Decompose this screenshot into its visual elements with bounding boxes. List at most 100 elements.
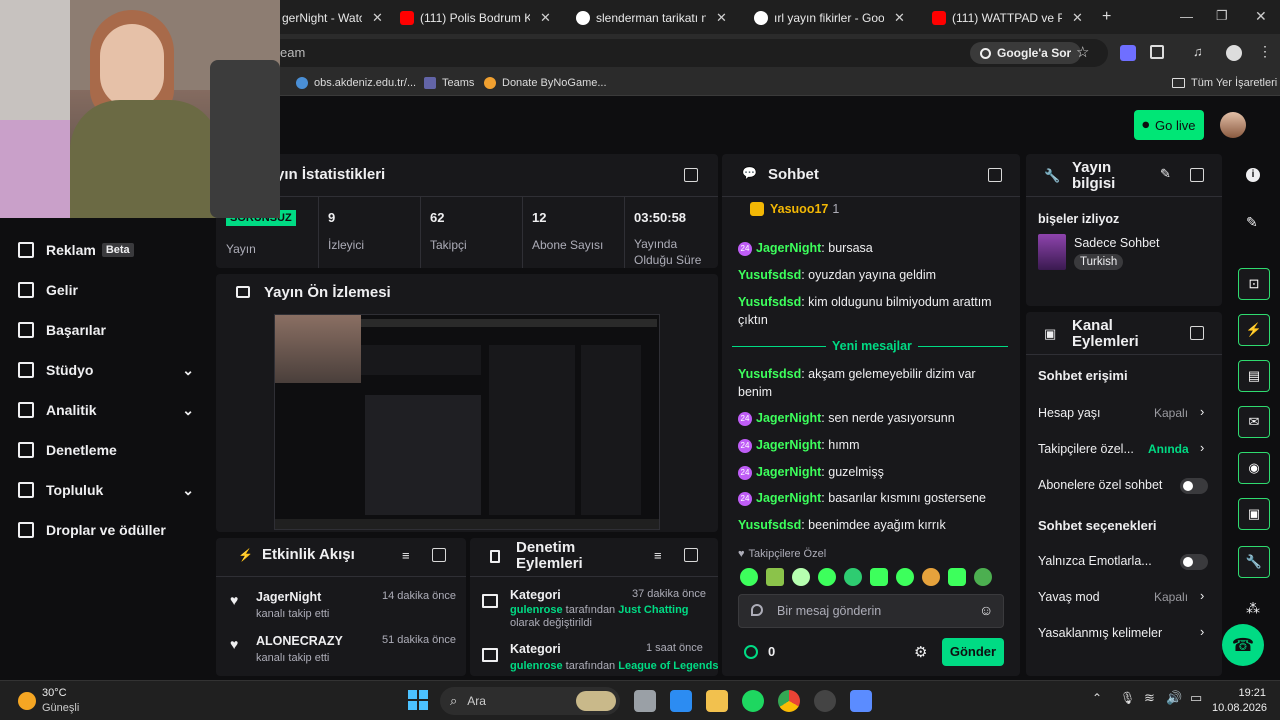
- mod-user[interactable]: gulenrose: [510, 660, 563, 672]
- popout-icon[interactable]: [684, 168, 698, 182]
- chat-input[interactable]: Bir mesaj gönderin ☺: [738, 594, 1004, 628]
- close-window-icon[interactable]: ✕: [1255, 8, 1267, 25]
- channel-points[interactable]: 0: [744, 644, 775, 659]
- star-icon[interactable]: ☆: [1076, 43, 1089, 61]
- task-view-icon[interactable]: [634, 690, 656, 712]
- chat-user[interactable]: Yusufsdsd: [738, 268, 801, 282]
- emote-icon[interactable]: [896, 568, 914, 586]
- chat-user[interactable]: JagerNight: [756, 241, 821, 255]
- clip-button[interactable]: ⊡: [1238, 268, 1270, 300]
- category-name[interactable]: Sadece Sohbet: [1074, 236, 1160, 250]
- url-field[interactable]: eam Google'a Sor ☆: [268, 39, 1108, 67]
- chat-user[interactable]: JagerNight: [756, 411, 821, 425]
- browser-tab[interactable]: gerNight - Watch ✕: [276, 6, 383, 30]
- all-bookmarks[interactable]: Tüm Yer İşaretleri: [1172, 77, 1277, 89]
- activity-user[interactable]: JagerNight: [256, 590, 321, 604]
- chat-user[interactable]: Yusufsdsd: [738, 295, 801, 309]
- setting-row-blocked-terms[interactable]: Yasaklanmış kelimeler ›: [1026, 618, 1222, 648]
- pencil-icon[interactable]: ✎: [1160, 166, 1171, 182]
- media-icon[interactable]: ♫: [1193, 44, 1203, 59]
- volume-icon[interactable]: 🔊: [1166, 690, 1182, 706]
- chat-user[interactable]: Yusufsdsd: [738, 518, 801, 532]
- bookmark-item[interactable]: Teams: [424, 77, 474, 89]
- popout-icon[interactable]: [432, 548, 446, 562]
- clock-date[interactable]: 10.08.2026: [1212, 702, 1267, 714]
- emote-picker-icon[interactable]: ☺: [979, 602, 993, 618]
- maximize-icon[interactable]: ❐: [1216, 8, 1228, 24]
- chat-user[interactable]: JagerNight: [756, 491, 821, 505]
- close-icon[interactable]: ✕: [372, 10, 383, 26]
- popout-icon[interactable]: [988, 168, 1002, 182]
- category-thumbnail[interactable]: [1038, 234, 1066, 270]
- plus-icon[interactable]: ⁂: [1246, 600, 1260, 617]
- bookmark-item[interactable]: obs.akdeniz.edu.tr/...: [296, 77, 416, 89]
- browser-tab[interactable]: slenderman tarikatı nedir - ✕: [570, 6, 727, 30]
- browser-tab[interactable]: (111) WATTPAD ve PUBG / ✕: [926, 6, 1083, 30]
- browser-tab[interactable]: (111) Polis Bodrum Katta T ✕: [394, 6, 551, 30]
- emote-icon[interactable]: [792, 568, 810, 586]
- sidebar-item-studyo[interactable]: Stüdyo ⌄: [18, 362, 194, 378]
- emote-icon[interactable]: [766, 568, 784, 586]
- info-icon[interactable]: i: [1246, 168, 1260, 182]
- mod-value[interactable]: League of Legends: [618, 660, 718, 672]
- sidebar-item-gelir[interactable]: Gelir: [18, 282, 78, 298]
- sidebar-item-analitik[interactable]: Analitik ⌄: [18, 402, 194, 418]
- popout-icon[interactable]: [684, 548, 698, 562]
- app-icon[interactable]: [850, 690, 872, 712]
- menu-icon[interactable]: ⋮: [1258, 43, 1272, 60]
- minimize-icon[interactable]: —: [1180, 9, 1193, 24]
- clock-time[interactable]: 19:21: [1212, 687, 1266, 699]
- setting-row-slow-mode[interactable]: Yavaş mod Kapalı ›: [1026, 582, 1222, 612]
- sub-only-toggle[interactable]: [1180, 478, 1208, 494]
- sidebar-item-topluluk[interactable]: Topluluk ⌄: [18, 482, 194, 498]
- emote-icon[interactable]: [818, 568, 836, 586]
- wrench-button[interactable]: 🔧: [1238, 546, 1270, 578]
- setting-row-account-age[interactable]: Hesap yaşı Kapalı ›: [1026, 398, 1222, 428]
- emote-icon[interactable]: [974, 568, 992, 586]
- chat-user[interactable]: JagerNight: [756, 465, 821, 479]
- go-live-button[interactable]: ⏺ Go live: [1134, 110, 1204, 140]
- filter-icon[interactable]: ≡: [654, 548, 662, 563]
- close-icon[interactable]: ✕: [894, 10, 905, 26]
- mod-value[interactable]: Just Chatting: [618, 604, 688, 616]
- spotify-icon[interactable]: [742, 690, 764, 712]
- tray-chevron-icon[interactable]: ⌃: [1092, 691, 1102, 705]
- lightning-button[interactable]: ⚡: [1238, 314, 1270, 346]
- close-icon[interactable]: ✕: [716, 10, 727, 26]
- google-ask-button[interactable]: Google'a Sor: [970, 42, 1082, 64]
- chat-user[interactable]: Yusufsdsd: [738, 367, 801, 381]
- chrome-icon[interactable]: [778, 690, 800, 712]
- obs-icon[interactable]: [814, 690, 836, 712]
- emote-icon[interactable]: [740, 568, 758, 586]
- document-button[interactable]: ▤: [1238, 360, 1270, 392]
- mod-user[interactable]: gulenrose: [510, 604, 563, 616]
- microphone-icon[interactable]: 🎙: [1120, 691, 1135, 705]
- bookmark-item[interactable]: Donate ByNoGame...: [484, 77, 607, 89]
- gear-icon[interactable]: ⚙: [914, 643, 927, 661]
- close-icon[interactable]: ✕: [1072, 10, 1083, 26]
- pencil-icon[interactable]: ✎: [1246, 214, 1258, 231]
- emote-only-toggle[interactable]: [1180, 554, 1208, 570]
- file-explorer-icon[interactable]: [706, 690, 728, 712]
- ad-button[interactable]: ▣: [1238, 498, 1270, 530]
- tag[interactable]: Turkish: [1074, 254, 1124, 270]
- weather-icon[interactable]: [18, 692, 36, 710]
- avatar[interactable]: [1220, 112, 1246, 138]
- chat-bubble-button[interactable]: ✉: [1238, 406, 1270, 438]
- emote-icon[interactable]: [922, 568, 940, 586]
- puzzle-icon[interactable]: [1150, 45, 1164, 59]
- new-tab-button[interactable]: +: [1102, 8, 1111, 26]
- extension-icon[interactable]: [1120, 45, 1136, 61]
- taskbar-search[interactable]: ⌕ Ara: [440, 687, 620, 715]
- sidebar-item-reklam[interactable]: Reklam Beta: [18, 242, 134, 258]
- pinned-chatter[interactable]: Yasuoo17 1: [750, 202, 839, 216]
- activity-user[interactable]: ALONECRAZY: [256, 634, 343, 648]
- chat-user[interactable]: JagerNight: [756, 438, 821, 452]
- support-button[interactable]: ☎: [1222, 624, 1264, 666]
- sidebar-item-denetleme[interactable]: Denetleme: [18, 442, 117, 458]
- broadcast-button[interactable]: ◉: [1238, 452, 1270, 484]
- emote-icon[interactable]: [844, 568, 862, 586]
- battery-icon[interactable]: ▭: [1190, 690, 1202, 706]
- popout-icon[interactable]: [1190, 168, 1204, 182]
- sidebar-item-droplar[interactable]: Droplar ve ödüller: [18, 522, 166, 538]
